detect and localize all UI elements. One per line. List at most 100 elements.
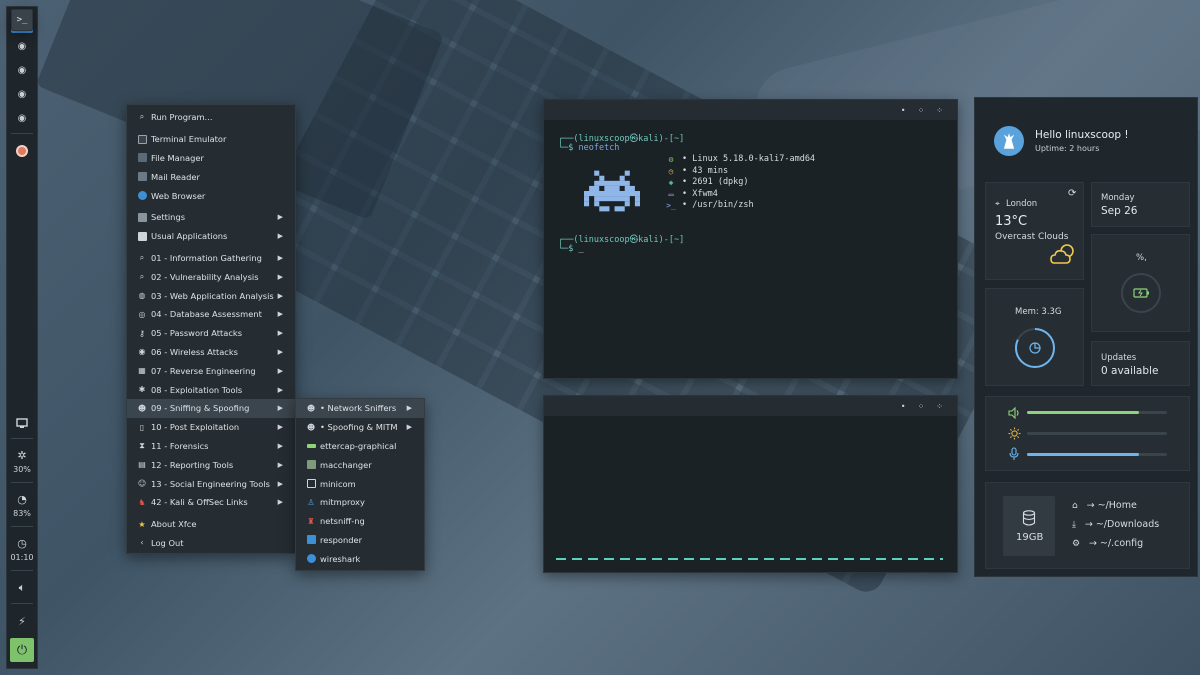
submenu-item-spoofing-mitm[interactable]: ☻ • Spoofing & MITM ▶ [296,418,424,437]
menu-item-information-gathering[interactable]: ⌕ 01 - Information Gathering ▶ [127,249,295,268]
cpu-stat[interactable]: ✲ 30% [13,449,31,474]
workspace-2-button[interactable]: ◉ [11,59,33,81]
menu-item-mail-reader[interactable]: Mail Reader [127,167,295,186]
mic-slider[interactable] [1027,453,1167,456]
workspace-4-button[interactable]: ◉ [11,107,33,129]
submenu-item-macchanger[interactable]: macchanger [296,455,424,474]
submenu-arrow-icon: ▶ [277,423,283,432]
submenu-item-responder[interactable]: responder [296,531,424,550]
people-icon: ☺ [137,479,147,489]
submenu-item-ettercap[interactable]: ettercap-graphical [296,437,424,456]
terminal-titlebar[interactable]: • ⁘ ⁘ [544,396,957,416]
volume-slider[interactable] [1027,411,1167,414]
volume-tray-button[interactable]: 🔈︎ [11,577,33,599]
battery-label: %, [1136,253,1147,263]
maximize-icon[interactable]: ⁘ [918,402,925,411]
menu-item-label: 11 - Forensics [151,440,209,451]
space-invader-icon [584,170,640,212]
menu-item-usual-applications[interactable]: Usual Applications ▶ [127,227,295,246]
power-icon: ⏻ [16,642,28,658]
refresh-icon[interactable]: ⟳ [1068,188,1076,199]
submenu-item-mitmproxy[interactable]: ♙ mitmproxy [296,493,424,512]
network-tray-button[interactable] [11,412,33,434]
submenu-item-wireshark[interactable]: wireshark [296,549,424,568]
menu-item-file-manager[interactable]: File Manager [127,149,295,168]
battery-ring [1121,273,1161,313]
spy-icon: ☻ [306,422,316,432]
updates-card[interactable]: Updates 0 available [1091,341,1190,386]
menu-item-post-exploitation[interactable]: ▯ 10 - Post Exploitation ▶ [127,418,295,437]
submenu-arrow-icon: ▶ [277,272,283,281]
close-icon[interactable]: ⁘ [936,402,943,411]
submenu-item-label: ettercap-graphical [320,440,397,451]
app-icon [16,145,28,157]
clock-stat[interactable]: ◷ 01:10 [10,537,33,562]
menu-item-label: About Xfce [151,519,197,530]
power-button[interactable]: ⏻ [10,638,34,662]
submenu-item-network-sniffers[interactable]: ☻ • Network Sniffers ▶ [296,399,424,418]
memory-stat[interactable]: ◔ 83% [13,493,31,518]
menu-item-kali-offsec-links[interactable]: ♞ 42 - Kali & OffSec Links ▶ [127,493,295,512]
neofetch-wm: • Xfwm4 [682,188,718,199]
neofetch-kernel: • Linux 5.18.0-kali7-amd64 [682,154,816,164]
menu-item-settings[interactable]: Settings ▶ [127,208,295,227]
clock-value: 01:10 [10,553,34,562]
app-task-button[interactable] [11,140,33,162]
submenu-arrow-icon: ▶ [277,498,283,507]
neofetch-info: ⚙ • Linux 5.18.0-kali7-amd64 ◷ • 43 mins… [666,154,815,212]
menu-item-password-attacks[interactable]: ⚷ 05 - Password Attacks ▶ [127,324,295,343]
terminal-task-button[interactable]: >_ [11,9,33,31]
macchanger-icon [306,460,316,470]
folder-link-downloads[interactable]: ⤓ → ~/Downloads [1072,519,1159,530]
minimize-icon[interactable]: • [901,402,906,411]
menu-item-about-xfce[interactable]: ★ About Xfce [127,515,295,534]
terminal-window-visualizer[interactable]: • ⁘ ⁘ [543,395,958,573]
submenu-item-label: wireshark [320,553,361,564]
weather-card[interactable]: ⌖ London ⟳ 13°C Overcast Clouds [985,182,1084,280]
menu-item-run-program[interactable]: ⌕ Run Program... [127,108,295,127]
terminal-window-neofetch[interactable]: • ⁘ ⁘ ┌──(linuxscoop㉿kali)-[~] └─$ neofe… [543,99,958,379]
power-tray-button[interactable]: ⚡︎ [11,610,33,632]
menu-item-wireless-attacks[interactable]: ◉ 06 - Wireless Attacks ▶ [127,343,295,362]
menu-item-reverse-engineering[interactable]: ▦ 07 - Reverse Engineering ▶ [127,361,295,380]
widget-sidebar: Hello linuxscoop ! Uptime: 2 hours ⌖ Lon… [974,97,1198,577]
maximize-icon[interactable]: ⁘ [918,106,925,115]
menu-item-sniffing-spoofing[interactable]: ☻ 09 - Sniffing & Spoofing ▶ [127,398,295,418]
menu-item-label: Settings [151,212,186,223]
workspace-1-button[interactable]: ◉ [11,35,33,57]
close-icon[interactable]: ⁘ [936,106,943,115]
command-line: └─$ neofetch [558,143,619,153]
command-line: └─$ _ [558,244,584,254]
menu-item-database-assessment[interactable]: ◎ 04 - Database Assessment ▶ [127,305,295,324]
menu-item-vulnerability-analysis[interactable]: ⌕ 02 - Vulnerability Analysis ▶ [127,267,295,286]
folder-link-config[interactable]: ⚙ → ~/.config [1072,538,1143,549]
terminal-titlebar[interactable]: • ⁘ ⁘ [544,100,957,120]
folder-label: → ~/.config [1088,538,1144,549]
submenu-arrow-icon: ▶ [277,366,283,375]
greeting: Hello linuxscoop ! [1035,129,1129,141]
volume-icon: 🔈︎ [18,581,26,594]
logout-icon: ‹ [140,538,144,548]
menu-item-web-application-analysis[interactable]: ◍ 03 - Web Application Analysis ▶ [127,286,295,305]
submenu-item-netsniff-ng[interactable]: ♜ netsniff-ng [296,512,424,531]
updates-title: Updates [1101,353,1137,363]
submenu-arrow-icon: ▶ [277,479,283,488]
submenu-item-minicom[interactable]: minicom [296,474,424,493]
menu-item-web-browser[interactable]: Web Browser [127,186,295,205]
spy-icon: ☻ [306,403,316,413]
menu-item-label: File Manager [151,152,204,163]
menu-item-log-out[interactable]: ‹ Log Out [127,534,295,553]
workspace-3-button[interactable]: ◉ [11,83,33,105]
menu-item-terminal[interactable]: Terminal Emulator [127,130,295,149]
panel-separator [11,438,33,439]
menu-item-label: Mail Reader [151,171,200,182]
menu-item-label: 04 - Database Assessment [151,309,262,320]
menu-item-social-engineering-tools[interactable]: ☺ 13 - Social Engineering Tools ▶ [127,474,295,493]
menu-item-exploitation-tools[interactable]: ✱ 08 - Exploitation Tools ▶ [127,380,295,399]
minimize-icon[interactable]: • [901,106,906,115]
brightness-slider[interactable] [1027,432,1167,435]
avatar [994,126,1024,156]
menu-item-forensics[interactable]: ⧗ 11 - Forensics ▶ [127,437,295,456]
folder-link-home[interactable]: ⌂ → ~/Home [1072,500,1137,511]
menu-item-reporting-tools[interactable]: ▤ 12 - Reporting Tools ▶ [127,455,295,474]
